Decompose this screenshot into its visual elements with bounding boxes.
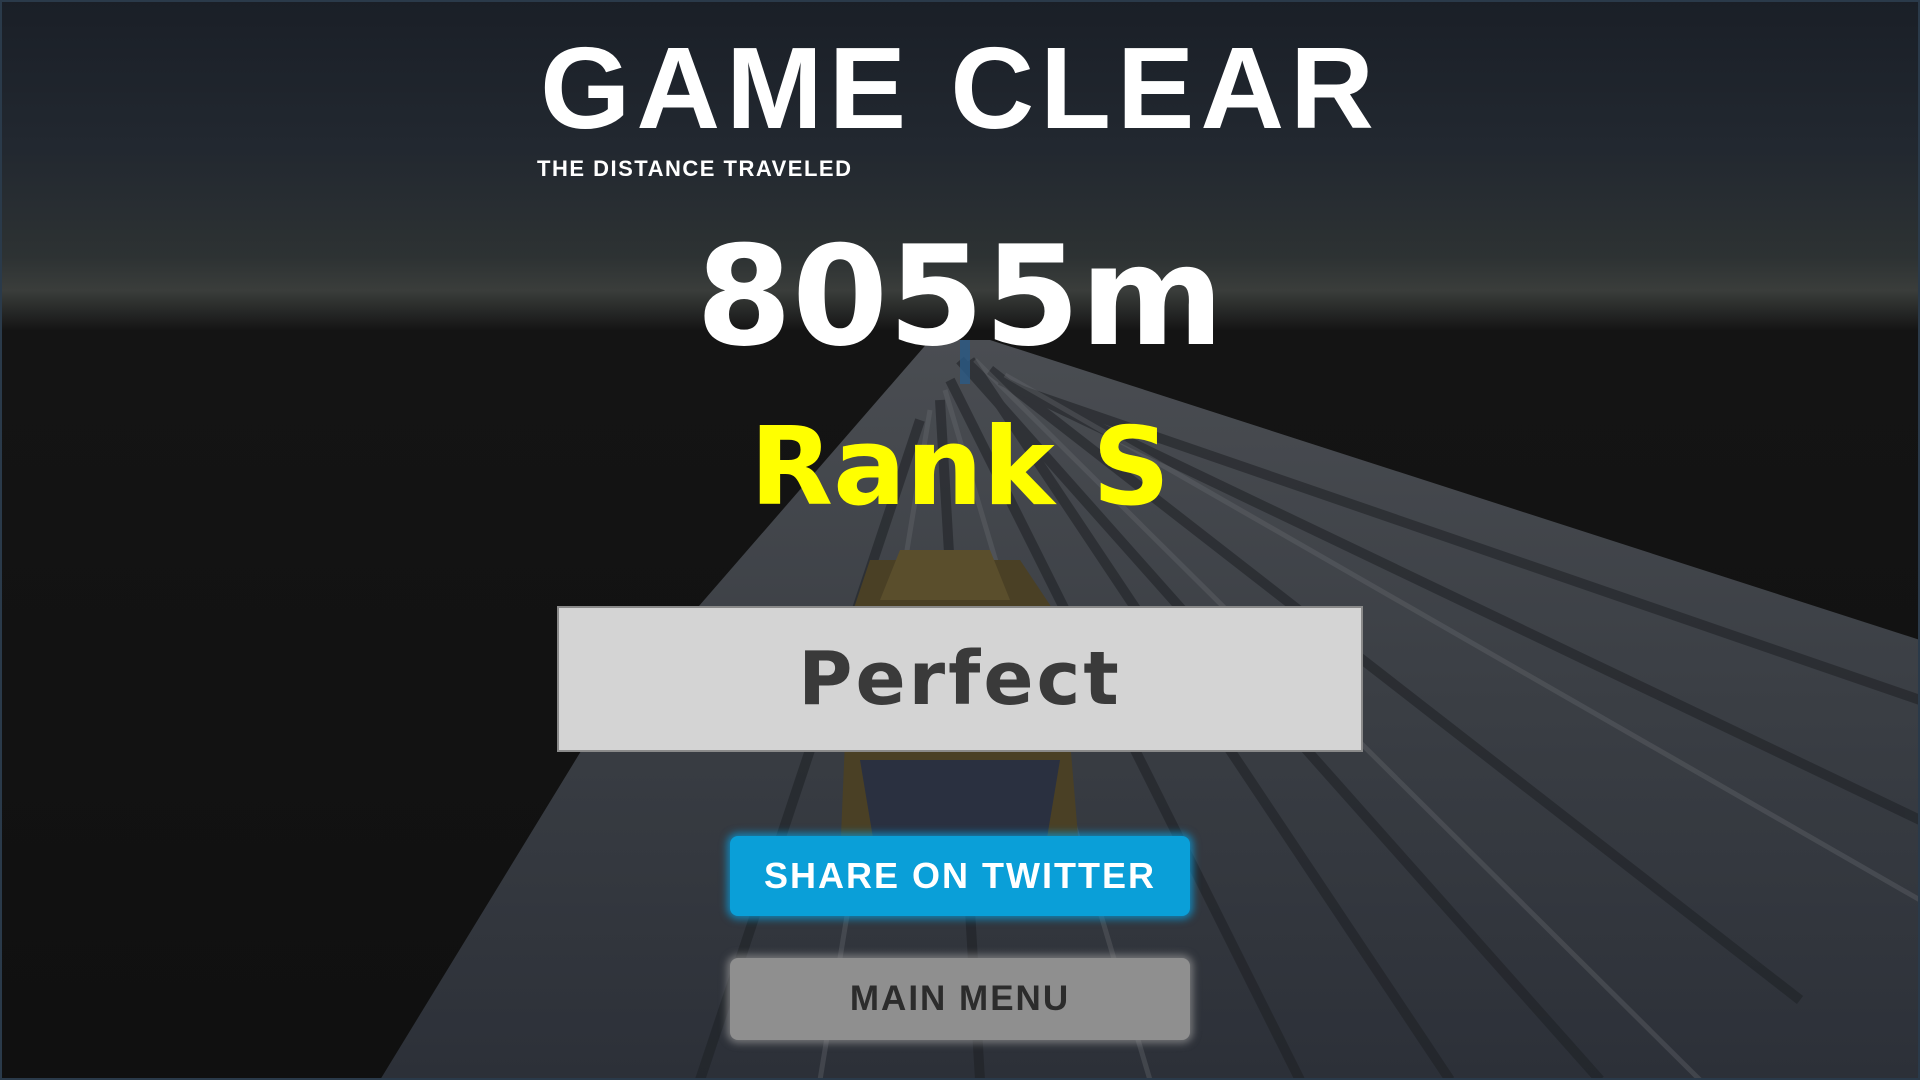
snowy-road-terrain [380, 340, 1920, 1080]
distance-caption: THE DISTANCE TRAVELED [537, 156, 853, 181]
share-on-twitter-button[interactable]: SHARE ON TWITTER [730, 836, 1190, 916]
share-button-label: SHARE ON TWITTER [764, 855, 1156, 896]
main-menu-button[interactable]: MAIN MENU [730, 958, 1190, 1040]
grade-panel: Perfect [557, 606, 1363, 752]
distance-value: 8055m [696, 216, 1224, 377]
game-clear-screen: GAME CLEAR THE DISTANCE TRAVELED 8055m R… [0, 0, 1920, 1080]
game-clear-title: GAME CLEAR [540, 23, 1380, 153]
grade-text: Perfect [798, 636, 1122, 722]
main-menu-label: MAIN MENU [849, 979, 1071, 1018]
rank-label: Rank S [749, 405, 1171, 530]
